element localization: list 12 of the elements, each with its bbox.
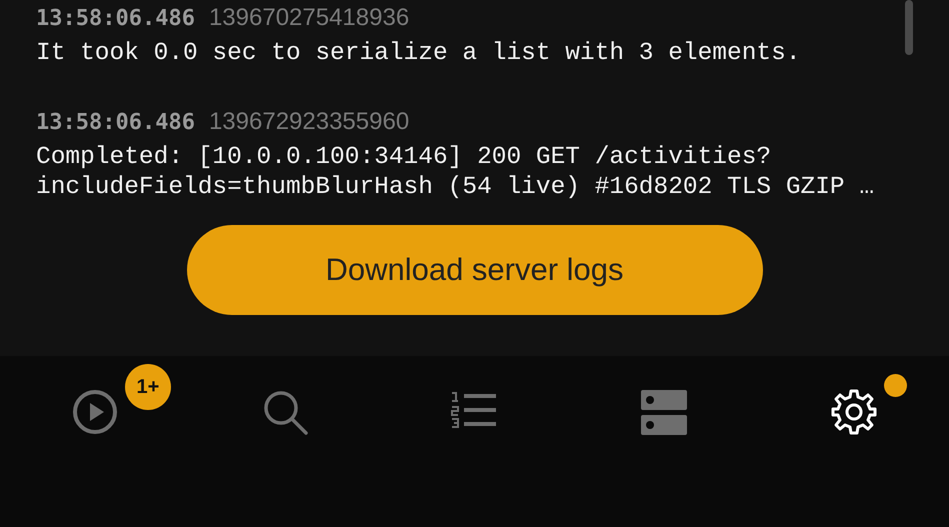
settings-icon	[830, 388, 878, 436]
log-message: Completed: [10.0.0.100:34146] 200 GET /activities? includeFields=thumbBlurHash (54 live) #16d8202 TLS GZIP …	[36, 143, 874, 203]
download-button[interactable]: Download server logs	[186, 225, 762, 315]
thread-id: 139670275418936	[208, 3, 410, 33]
scrollbar[interactable]	[905, 0, 913, 55]
log-message: It took 0.0 sec to serialize a list with 3 elements.	[36, 39, 801, 69]
server-icon	[640, 388, 688, 436]
count-badge: 1+	[124, 364, 171, 410]
play-circle-icon	[70, 388, 119, 436]
thread-id: 139672923355960	[208, 107, 410, 137]
log-timestamp: 13:58:06.486	[36, 108, 195, 136]
log-timestamp: 13:58:06.486	[36, 4, 195, 32]
